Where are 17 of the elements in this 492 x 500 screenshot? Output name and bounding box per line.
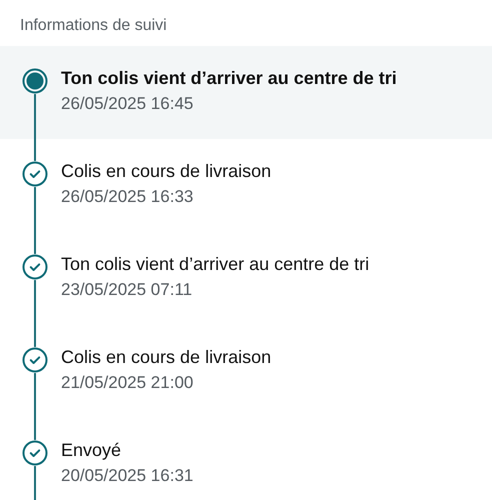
timeline-item-highlight[interactable]: Ton colis vient d’arriver au centre de tri 26/05/2025 16:45: [0, 46, 492, 139]
event-title: Ton colis vient d’arriver au centre de tri: [61, 67, 397, 90]
event-date: 20/05/2025 16:31: [61, 465, 194, 487]
event-title: Colis en cours de livraison: [61, 346, 272, 369]
event-title: Colis en cours de livraison: [61, 160, 272, 183]
event-title: Envoyé: [61, 439, 122, 462]
check-circle-icon: [22, 440, 48, 466]
event-date: 26/05/2025 16:33: [61, 186, 194, 208]
event-title: Ton colis vient d’arriver au centre de tri: [61, 253, 370, 276]
check-circle-icon: [22, 254, 48, 280]
event-date: 21/05/2025 21:00: [61, 372, 194, 394]
section-heading: Informations de suivi: [20, 17, 167, 34]
event-date: 23/05/2025 07:11: [61, 279, 192, 301]
check-circle-icon: [22, 347, 48, 373]
event-date: 26/05/2025 16:45: [61, 93, 194, 115]
current-status-icon: [22, 68, 48, 94]
check-circle-icon: [22, 161, 48, 187]
